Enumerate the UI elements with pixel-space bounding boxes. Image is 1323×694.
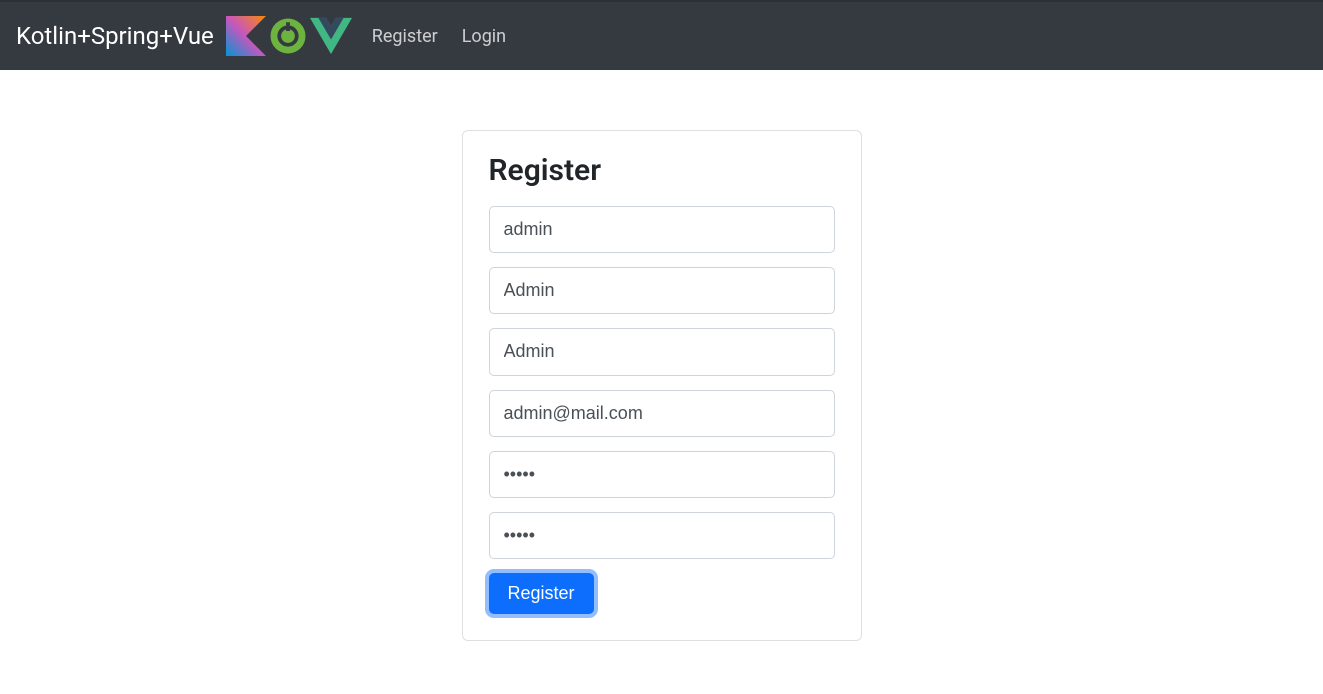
spring-icon bbox=[268, 16, 308, 56]
brand-title[interactable]: Kotlin+Spring+Vue bbox=[16, 22, 214, 50]
brand-logo bbox=[226, 16, 352, 56]
register-card: Register Register bbox=[462, 130, 862, 641]
lastname-field[interactable] bbox=[489, 328, 835, 375]
page-title: Register bbox=[489, 153, 835, 188]
kotlin-icon bbox=[226, 16, 266, 56]
nav-link-register[interactable]: Register bbox=[372, 26, 438, 47]
vue-icon bbox=[310, 16, 352, 56]
main-container: Register Register bbox=[0, 70, 1323, 641]
nav-links: Register Login bbox=[372, 26, 506, 47]
nav-link-login[interactable]: Login bbox=[462, 26, 506, 47]
register-button[interactable]: Register bbox=[489, 573, 594, 614]
email-field[interactable] bbox=[489, 390, 835, 437]
navbar: Kotlin+Spring+Vue Register Logi bbox=[0, 0, 1323, 70]
firstname-field[interactable] bbox=[489, 267, 835, 314]
username-field[interactable] bbox=[489, 206, 835, 253]
password-field[interactable] bbox=[489, 451, 835, 498]
confirm-password-field[interactable] bbox=[489, 512, 835, 559]
